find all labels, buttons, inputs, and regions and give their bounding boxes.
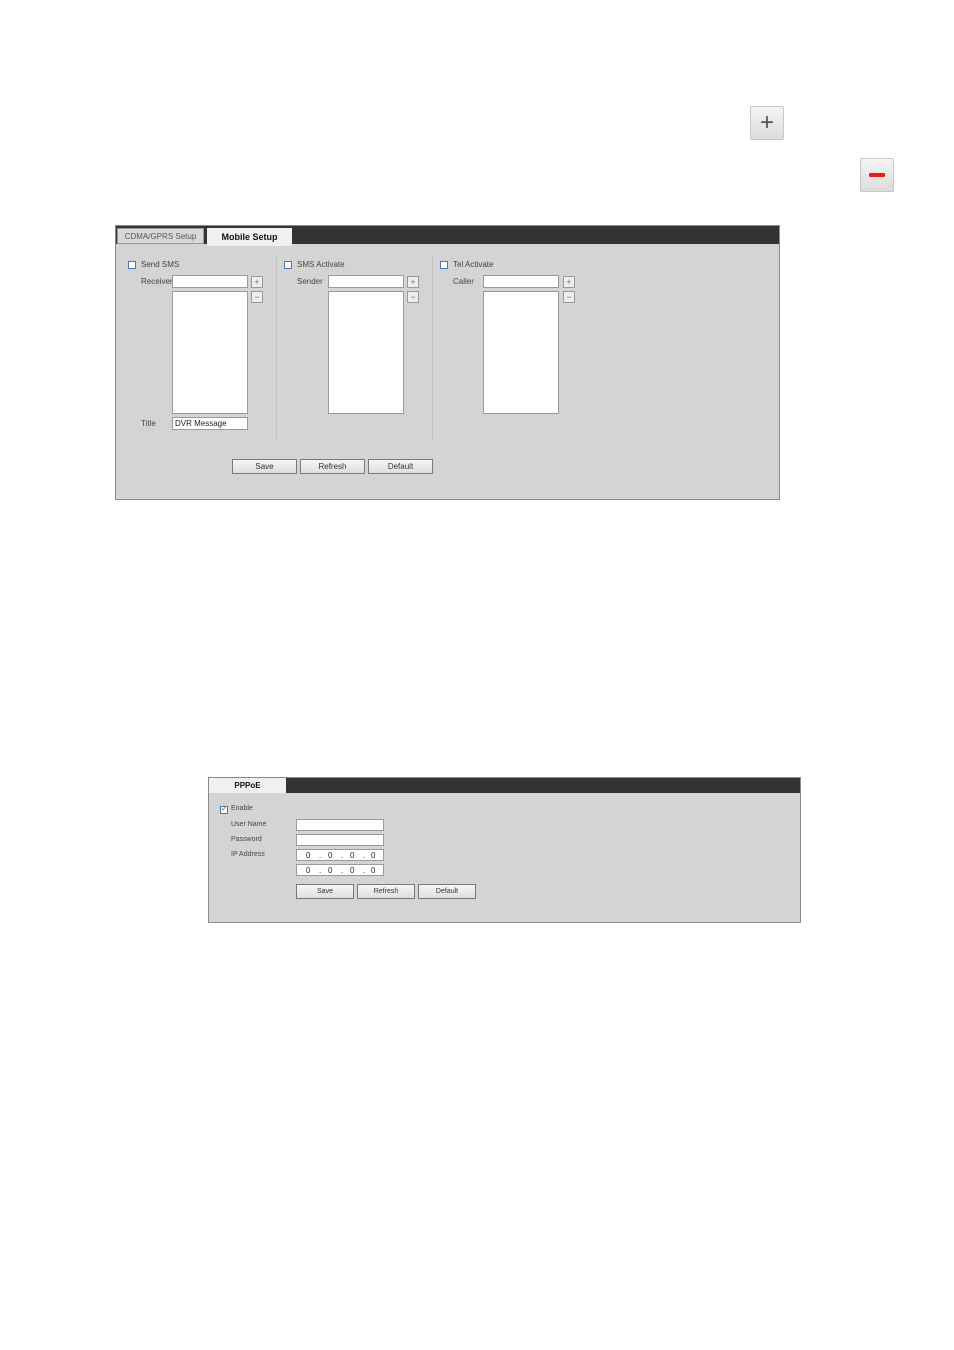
send-sms-checkbox[interactable] <box>128 261 136 269</box>
sender-list[interactable] <box>328 291 404 414</box>
tab-cdma-gprs-setup[interactable]: CDMA/GPRS Setup <box>117 228 204 244</box>
password-input[interactable] <box>296 834 384 846</box>
sms-activate-label: SMS Activate <box>297 260 345 269</box>
minus-icon <box>869 173 885 177</box>
ip-dot: . <box>363 866 366 875</box>
receiver-remove-button[interactable]: − <box>251 291 263 303</box>
sender-remove-button[interactable]: − <box>407 291 419 303</box>
pppoe-panel: PPPoE Enable User Name Password IP Addre… <box>208 777 801 923</box>
column-divider <box>276 256 277 441</box>
caller-label: Caller <box>453 277 474 286</box>
default-button[interactable]: Default <box>368 459 433 474</box>
caller-list[interactable] <box>483 291 559 414</box>
ip-octet: 0 <box>371 866 376 875</box>
ip-address-label: IP Address <box>231 851 265 858</box>
ip-dot: . <box>319 866 322 875</box>
ip-dot: . <box>319 851 322 860</box>
receiver-list[interactable] <box>172 291 248 414</box>
tab-bar <box>209 778 800 793</box>
sms-activate-checkbox[interactable] <box>284 261 292 269</box>
tab-pppoe[interactable]: PPPoE <box>209 778 286 793</box>
refresh-button[interactable]: Refresh <box>300 459 365 474</box>
ip-octet: 0 <box>328 851 333 860</box>
sender-label: Sender <box>297 277 323 286</box>
ip-dot: . <box>341 851 344 860</box>
ip-address-input[interactable]: 0 . 0 . 0 . 0 <box>296 849 384 861</box>
title-label: Title <box>141 419 156 428</box>
ip-octet: 0 <box>306 866 311 875</box>
default-button[interactable]: Default <box>418 884 476 899</box>
plus-icon: + <box>566 276 572 287</box>
mobile-setup-panel: CDMA/GPRS Setup Mobile Setup Send SMS Re… <box>115 225 780 500</box>
username-input[interactable] <box>296 819 384 831</box>
save-button[interactable]: Save <box>232 459 297 474</box>
ip-octet: 0 <box>306 851 311 860</box>
caller-add-button[interactable]: + <box>563 276 575 288</box>
caller-remove-button[interactable]: − <box>563 291 575 303</box>
enable-label: Enable <box>231 805 253 812</box>
ip-octet: 0 <box>371 851 376 860</box>
title-input[interactable]: DVR Message <box>172 417 248 430</box>
send-sms-label: Send SMS <box>141 260 180 269</box>
minus-icon: − <box>566 291 572 302</box>
ip-address-input-secondary[interactable]: 0 . 0 . 0 . 0 <box>296 864 384 876</box>
receiver-input[interactable] <box>172 275 248 288</box>
username-label: User Name <box>231 821 267 828</box>
plus-icon: + <box>759 109 774 136</box>
delete-button[interactable] <box>860 158 894 192</box>
plus-icon: + <box>254 276 260 287</box>
minus-icon: − <box>410 291 416 302</box>
refresh-button[interactable]: Refresh <box>357 884 415 899</box>
caller-input[interactable] <box>483 275 559 288</box>
column-divider <box>432 256 433 441</box>
minus-icon: − <box>254 291 260 302</box>
ip-dot: . <box>341 866 344 875</box>
tel-activate-checkbox[interactable] <box>440 261 448 269</box>
ip-octet: 0 <box>350 851 355 860</box>
receiver-label: Receiver <box>141 277 173 286</box>
ip-dot: . <box>363 851 366 860</box>
enable-checkbox[interactable] <box>220 804 228 814</box>
sender-input[interactable] <box>328 275 404 288</box>
save-button[interactable]: Save <box>296 884 354 899</box>
add-button[interactable]: + <box>750 106 784 140</box>
plus-icon: + <box>410 276 416 287</box>
receiver-add-button[interactable]: + <box>251 276 263 288</box>
ip-octet: 0 <box>328 866 333 875</box>
tab-mobile-setup[interactable]: Mobile Setup <box>207 228 292 246</box>
ip-octet: 0 <box>350 866 355 875</box>
sender-add-button[interactable]: + <box>407 276 419 288</box>
tel-activate-label: Tel Activate <box>453 260 494 269</box>
password-label: Password <box>231 836 262 843</box>
